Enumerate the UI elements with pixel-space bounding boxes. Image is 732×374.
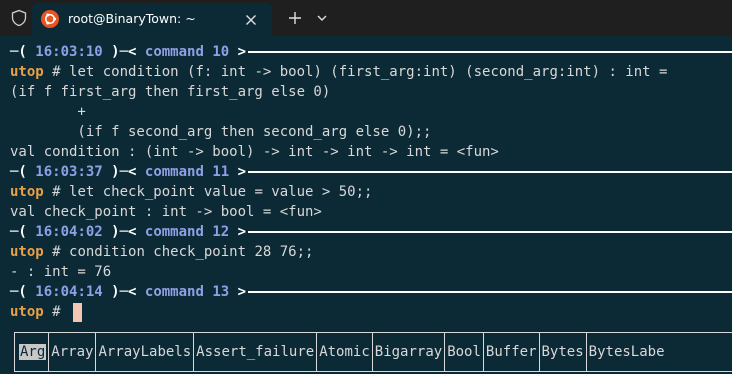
command-number: command 11 bbox=[144, 164, 230, 180]
input-line: (if f first_arg then first_arg else 0) bbox=[10, 84, 331, 100]
prompt: utop bbox=[10, 244, 44, 260]
input-line: utop # let check_point value = value > 5… bbox=[10, 184, 373, 200]
command-separator: ─( 16:04:14 )─< command 13 > bbox=[10, 282, 732, 302]
completion-item[interactable]: Bool bbox=[445, 333, 484, 371]
completion-bar: Arg Array ArrayLabels Assert_failure Ato… bbox=[14, 332, 732, 372]
command-number: command 13 bbox=[144, 284, 230, 300]
ubuntu-icon bbox=[41, 10, 59, 28]
terminal-output[interactable]: ─( 16:03:10 )─< command 10 > utop # let … bbox=[0, 36, 732, 374]
command-number: command 12 bbox=[144, 224, 230, 240]
title-bar: root@BinaryTown: ~ bbox=[0, 0, 732, 36]
command-number: command 10 bbox=[144, 44, 230, 60]
input-line: utop # condition check_point 28 76;; bbox=[10, 244, 314, 260]
completion-item[interactable]: Buffer bbox=[484, 333, 540, 371]
output-line: - : int = 76 bbox=[10, 264, 112, 280]
close-icon[interactable] bbox=[242, 11, 260, 29]
input-line: (if f second_arg then second_arg else 0)… bbox=[10, 124, 432, 140]
input-line: utop # let condition (f: int -> bool) (f… bbox=[10, 64, 668, 80]
completion-item[interactable]: Atomic bbox=[317, 333, 373, 371]
terminal-tab[interactable]: root@BinaryTown: ~ bbox=[32, 3, 272, 36]
command-separator: ─( 16:03:10 )─< command 10 > bbox=[10, 42, 732, 62]
prompt: utop bbox=[10, 304, 44, 320]
completion-item-selected[interactable]: Arg bbox=[15, 333, 50, 371]
shield-icon[interactable] bbox=[10, 9, 28, 27]
completion-item[interactable]: Bytes bbox=[540, 333, 587, 371]
chevron-down-icon[interactable] bbox=[314, 11, 330, 25]
output-line: val check_point : int -> bool = <fun> bbox=[10, 204, 322, 220]
timestamp: 16:03:37 bbox=[35, 164, 103, 180]
tab-title: root@BinaryTown: ~ bbox=[68, 11, 196, 26]
completion-item[interactable]: Array bbox=[49, 333, 97, 371]
timestamp: 16:03:10 bbox=[35, 44, 103, 60]
completion-item[interactable]: Assert_failure bbox=[194, 333, 318, 371]
input-line: + bbox=[10, 104, 86, 120]
completion-item[interactable]: BytesLabe bbox=[587, 333, 667, 371]
plus-icon[interactable] bbox=[286, 9, 304, 27]
command-separator: ─( 16:03:37 )─< command 11 > bbox=[10, 162, 732, 182]
timestamp: 16:04:14 bbox=[35, 284, 103, 300]
output-line: val condition : (int -> bool) -> int -> … bbox=[10, 144, 499, 160]
prompt: utop bbox=[10, 184, 44, 200]
prompt: utop bbox=[10, 64, 44, 80]
current-input-line[interactable]: utop # bbox=[10, 302, 69, 322]
command-separator: ─( 16:04:02 )─< command 12 > bbox=[10, 222, 732, 242]
completion-item[interactable]: Bigarray bbox=[373, 333, 446, 371]
timestamp: 16:04:02 bbox=[35, 224, 103, 240]
completion-item[interactable]: ArrayLabels bbox=[96, 333, 195, 371]
text-cursor bbox=[73, 303, 82, 322]
